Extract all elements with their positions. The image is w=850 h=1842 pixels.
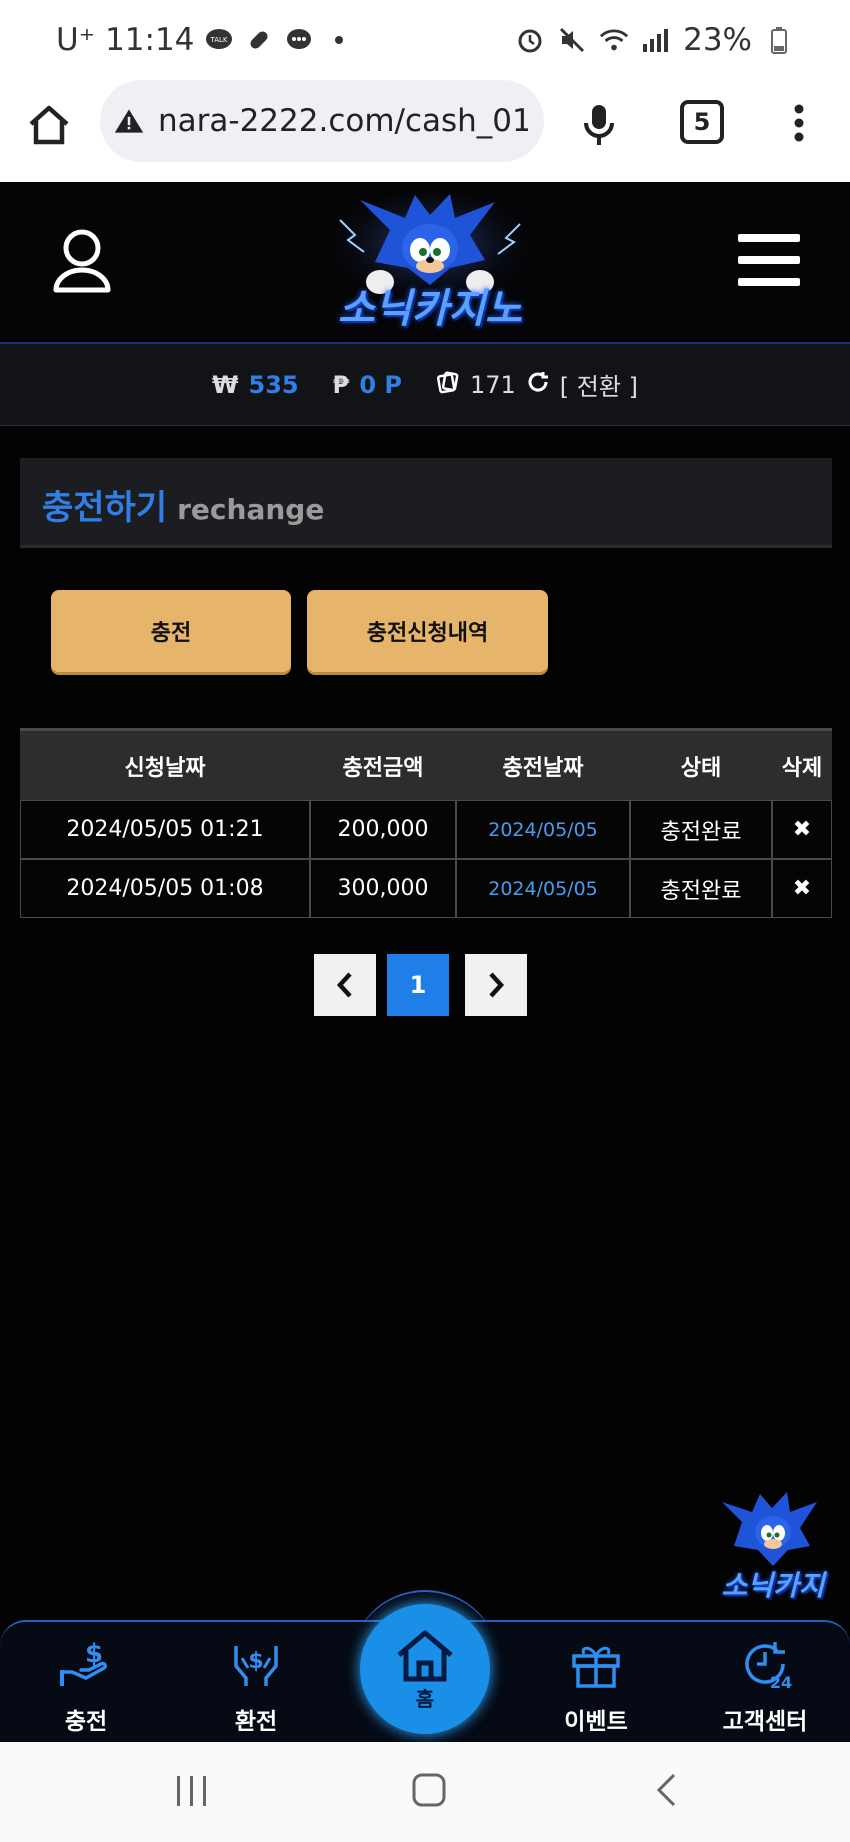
nav-support-label: 고객센터 (722, 1709, 808, 1735)
chevron-left-icon (336, 972, 352, 998)
url-text[interactable]: nara-2222.com/cash_01. (158, 103, 528, 139)
delete-icon[interactable]: ✖ (772, 800, 832, 859)
charge-history-table: 신청날짜 충전금액 충전날짜 상태 삭제 2024/05/05 01:21 20… (20, 728, 832, 918)
header-status: 상태 (680, 755, 722, 781)
chat-icon (284, 25, 314, 55)
page-subtitle: rechange (177, 493, 325, 526)
floating-logo-button[interactable]: 소닉카지 (712, 1488, 834, 1606)
overflow-menu-icon[interactable] (784, 100, 814, 146)
tab-count-button[interactable]: 5 (680, 100, 724, 144)
home-icon[interactable] (24, 100, 74, 150)
cell-request-date: 2024/05/05 01:08 (20, 859, 310, 918)
site-header: 소닉카지노 (0, 182, 850, 344)
table-row: 2024/05/05 01:21 200,000 2024/05/05 충전완료… (20, 800, 832, 859)
chip-balance: 171 (469, 370, 516, 399)
user-icon[interactable] (52, 228, 112, 298)
svg-text:$: $ (85, 1639, 103, 1669)
clock: 11:14 (105, 22, 195, 58)
nav-charge-label: 충전 (64, 1709, 108, 1735)
svg-text:24: 24 (770, 1673, 792, 1692)
next-page-button[interactable] (465, 954, 527, 1016)
hands-money-icon: $ (234, 1646, 278, 1686)
point-icon: ₱ (332, 370, 350, 399)
table-header: 신청날짜 충전금액 충전날짜 상태 삭제 (20, 728, 832, 800)
nav-charge[interactable]: $ 충전 (26, 1636, 146, 1736)
cell-status: 충전완료 (630, 859, 772, 918)
nav-exchange[interactable]: $ 환전 (196, 1636, 316, 1736)
cell-charge-date: 2024/05/05 (456, 859, 630, 918)
home-system-icon[interactable] (411, 1772, 447, 1812)
chip-icon (436, 370, 460, 400)
signal-icon (641, 25, 671, 55)
prev-page-button[interactable] (314, 954, 376, 1016)
charge-button[interactable]: 충전 (51, 590, 291, 672)
cell-amount: 200,000 (310, 800, 456, 859)
pill-icon (244, 25, 274, 55)
point-balance: 0 P (359, 370, 402, 399)
address-bar[interactable]: nara-2222.com/cash_01. (100, 80, 544, 162)
chevron-right-icon (489, 972, 505, 998)
cell-amount: 300,000 (310, 859, 456, 918)
gift-icon (572, 1646, 620, 1688)
system-navigation-bar (0, 1742, 850, 1842)
hand-coin-icon: $ (60, 1639, 107, 1686)
page-title: 충전하기 (42, 488, 168, 528)
delete-icon[interactable]: ✖ (772, 859, 832, 918)
nav-exchange-label: 환전 (234, 1709, 278, 1735)
recent-apps-icon[interactable] (174, 1774, 210, 1812)
nav-event[interactable]: 이벤트 (536, 1636, 656, 1736)
charge-history-button[interactable]: 충전신청내역 (307, 590, 548, 672)
svg-text:TALK: TALK (210, 36, 228, 44)
home-icon (397, 1630, 453, 1681)
floating-logo-text: 소닉카지 (721, 1569, 825, 1602)
hamburger-menu-icon[interactable] (738, 232, 800, 292)
warning-icon[interactable] (114, 106, 144, 136)
browser-toolbar: nara-2222.com/cash_01. 5 (0, 80, 850, 182)
mute-icon (557, 25, 587, 55)
microphone-icon[interactable] (576, 100, 622, 150)
status-bar: U⁺ 11:14 TALK 23% (0, 0, 850, 80)
header-request-date: 신청날짜 (124, 755, 206, 781)
battery-icon (764, 25, 794, 55)
cell-charge-date: 2024/05/05 (456, 800, 630, 859)
won-balance: 535 (248, 370, 299, 399)
screen: U⁺ 11:14 TALK 23% nara-2222.com/cash_01.… (0, 0, 850, 1842)
nav-home-button[interactable]: 홈 (360, 1604, 490, 1734)
page-1-button[interactable]: 1 (387, 954, 449, 1016)
cell-request-date: 2024/05/05 01:21 (20, 800, 310, 859)
header-amount: 충전금액 (342, 755, 424, 781)
nav-event-label: 이벤트 (564, 1709, 628, 1735)
header-delete: 삭제 (781, 755, 823, 781)
svg-text:$: $ (248, 1649, 263, 1674)
nav-support[interactable]: 24 고객센터 (705, 1636, 825, 1736)
battery-percent: 23% (683, 22, 752, 58)
24h-support-icon: 24 (745, 1642, 792, 1692)
convert-link[interactable]: [ 전환 ] (560, 367, 638, 402)
talk-icon: TALK (204, 25, 234, 55)
header-charge-date: 충전날짜 (502, 755, 584, 781)
cell-status: 충전완료 (630, 800, 772, 859)
back-icon[interactable] (654, 1772, 678, 1812)
site-logo[interactable]: 소닉카지노 (320, 190, 540, 340)
section-title: 충전하기 rechange (20, 458, 832, 548)
alarm-icon (515, 25, 545, 55)
carrier-label: U⁺ (56, 22, 96, 58)
table-row: 2024/05/05 01:08 300,000 2024/05/05 충전완료… (20, 859, 832, 918)
wifi-icon (599, 25, 629, 55)
logo-text: 소닉카지노 (338, 286, 522, 332)
dot-icon (324, 25, 354, 55)
refresh-icon[interactable] (526, 370, 550, 400)
won-icon: ₩ (212, 370, 239, 399)
balance-bar: ₩ 535 ₱ 0 P 171 [ 전환 ] (0, 344, 850, 426)
nav-home-label: 홈 (415, 1686, 435, 1711)
